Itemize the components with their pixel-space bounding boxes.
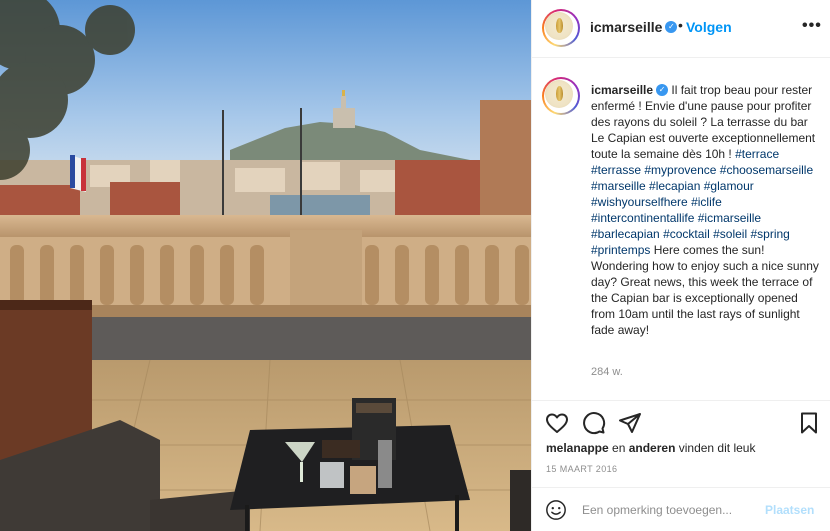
intercontinental-logo-icon — [545, 80, 573, 108]
likes-conjunction: en — [608, 441, 629, 455]
heart-icon[interactable] — [545, 411, 569, 435]
hashtag-link[interactable]: #barlecapian — [591, 227, 660, 241]
comment-box: Plaatsen — [532, 487, 830, 531]
hashtag-link[interactable]: #choosemarseille — [720, 163, 813, 177]
hashtag-link[interactable]: #spring — [750, 227, 789, 241]
hashtag-link[interactable]: #terrace — [735, 147, 779, 161]
caption-avatar[interactable] — [542, 77, 580, 115]
avatar[interactable] — [542, 9, 580, 47]
caption-body: Il fait trop beau pour rester enfermé ! … — [591, 83, 819, 337]
post-comment-button[interactable]: Plaatsen — [765, 503, 814, 517]
verified-badge-icon: ✓ — [656, 83, 669, 96]
likes-summary: melanappe en anderen vinden dit leuk — [546, 441, 755, 455]
post-photo[interactable] — [0, 0, 531, 531]
caption-text-segment: Here comes the sun! Wondering how to enj… — [591, 243, 819, 337]
hashtag-link[interactable]: #terrasse — [591, 163, 641, 177]
share-icon[interactable] — [618, 411, 642, 435]
post-header: icmarseille ✓ • Volgen ••• — [532, 0, 830, 58]
hashtag-link[interactable]: #soleil — [713, 227, 747, 241]
intercontinental-logo-icon — [545, 12, 573, 40]
header-username-text[interactable]: icmarseille — [590, 19, 662, 35]
hashtag-link[interactable]: #wishyourselfhere — [591, 195, 688, 209]
hashtag-link[interactable]: #marseille — [591, 179, 646, 193]
hashtag-link[interactable]: #lecapian — [649, 179, 700, 193]
hashtag-link[interactable]: #intercontinentallife — [591, 211, 694, 225]
hashtag-link[interactable]: #glamour — [704, 179, 754, 193]
action-bar — [532, 400, 830, 440]
verified-badge-icon: ✓ — [665, 21, 678, 34]
caption-area: icmarseille ✓ Il fait trop beau pour rest… — [532, 58, 830, 398]
post-photo-illustration — [0, 0, 531, 531]
comment-input[interactable] — [582, 501, 757, 519]
hashtag-link[interactable]: #cocktail — [663, 227, 710, 241]
post-date[interactable]: 15 MAART 2016 — [546, 464, 617, 474]
more-options-icon[interactable]: ••• — [802, 17, 822, 35]
hashtag-link[interactable]: #iclife — [691, 195, 722, 209]
smiley-icon[interactable] — [545, 499, 567, 521]
post-detail-panel: icmarseille ✓ • Volgen ••• icmarseille ✓ I… — [531, 0, 830, 531]
comment-icon[interactable] — [582, 411, 606, 435]
bookmark-icon[interactable] — [797, 411, 821, 435]
hashtag-link[interactable]: #printemps — [591, 243, 650, 257]
separator-dot: • — [678, 17, 683, 33]
caption-username[interactable]: icmarseille — [591, 83, 653, 97]
liker-username[interactable]: melanappe — [546, 441, 609, 455]
likes-others-link[interactable]: anderen — [629, 441, 676, 455]
post-age[interactable]: 284 w. — [591, 366, 623, 378]
hashtag-link[interactable]: #myprovence — [644, 163, 716, 177]
header-username[interactable]: icmarseille ✓ — [590, 19, 678, 35]
hashtag-link[interactable]: #icmarseille — [698, 211, 761, 225]
caption-text: icmarseille ✓ Il fait trop beau pour rest… — [591, 82, 821, 338]
likes-suffix: vinden dit leuk — [675, 441, 756, 455]
follow-button[interactable]: Volgen — [686, 19, 732, 35]
